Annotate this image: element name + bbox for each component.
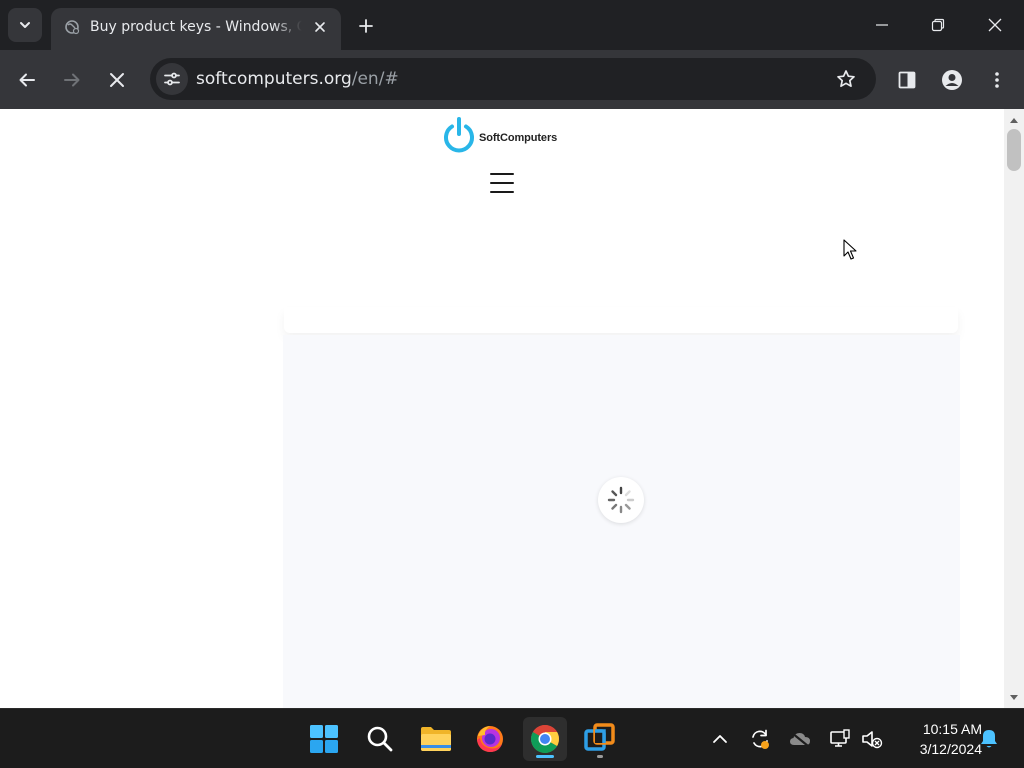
triangle-up-icon [1010, 118, 1018, 123]
stop-loading-button[interactable] [101, 64, 133, 96]
taskbar-search-button[interactable] [358, 717, 402, 761]
hamburger-menu-button[interactable] [488, 171, 516, 195]
header-card [284, 307, 958, 333]
tray-volume[interactable] [857, 724, 887, 754]
taskbar-chrome[interactable] [523, 717, 567, 761]
site-logo[interactable]: SoftComputers [443, 117, 557, 153]
restore-icon [931, 18, 945, 32]
globe-loading-icon [65, 20, 80, 35]
profile-button[interactable] [936, 64, 968, 96]
show-hidden-icons-button[interactable] [705, 724, 735, 754]
new-tab-button[interactable] [352, 12, 380, 40]
close-window-button[interactable] [966, 0, 1024, 50]
side-panel-icon [898, 71, 916, 89]
spinner-icon [607, 486, 635, 514]
scroll-down-button[interactable] [1008, 692, 1020, 704]
active-app-indicator [536, 755, 554, 758]
page-viewport: SoftComputers [0, 109, 1004, 708]
url-path: /en/# [351, 69, 399, 89]
site-info-button[interactable] [156, 63, 188, 95]
tab-title: Buy product keys - Windows, Office [90, 19, 302, 35]
network-icon [830, 729, 850, 747]
tab-strip: Buy product keys - Windows, Office [0, 0, 1024, 50]
search-icon [367, 726, 393, 752]
taskbar-vmware[interactable] [578, 717, 622, 761]
bookmark-button[interactable] [830, 63, 862, 95]
windows-taskbar: 10:15 AM 3/12/2024 [0, 708, 1024, 768]
restore-button[interactable] [909, 0, 967, 50]
tune-icon [164, 72, 180, 86]
url-text[interactable]: softcomputers.org/en/# [196, 68, 399, 90]
triangle-down-icon [1010, 695, 1018, 700]
tray-sync[interactable] [745, 724, 775, 754]
tab-close-button[interactable] [309, 16, 331, 38]
close-icon [988, 18, 1002, 32]
profile-icon [942, 70, 962, 90]
stop-icon [110, 73, 124, 87]
onedrive-icon [790, 732, 810, 747]
volume-muted-icon [862, 731, 883, 749]
bell-icon [981, 730, 997, 748]
tray-network[interactable] [825, 724, 855, 754]
notifications-button[interactable] [974, 724, 1004, 754]
browser-toolbar: softcomputers.org/en/# [0, 50, 1024, 109]
tab-active[interactable]: Buy product keys - Windows, Office [51, 8, 341, 50]
forward-button[interactable] [56, 64, 88, 96]
arrow-right-icon [64, 73, 80, 87]
url-host: softcomputers.org [196, 69, 352, 89]
star-icon [837, 70, 855, 88]
close-icon [315, 22, 325, 32]
chevron-down-icon [20, 22, 30, 28]
taskbar-clock[interactable]: 10:15 AM 3/12/2024 [894, 719, 982, 759]
clock-time: 10:15 AM [922, 721, 982, 737]
loading-spinner [598, 477, 644, 523]
tray-onedrive[interactable] [785, 724, 815, 754]
firefox-icon [477, 726, 503, 752]
vmware-icon [584, 723, 615, 751]
windows-start-icon [310, 725, 338, 753]
minimize-icon [876, 24, 888, 26]
scroll-up-button[interactable] [1008, 114, 1020, 126]
minimize-button[interactable] [853, 0, 911, 50]
power-logo-icon [444, 117, 474, 153]
mouse-cursor-icon [843, 239, 857, 260]
scrollbar-thumb[interactable] [1007, 129, 1021, 171]
taskbar-firefox[interactable] [468, 717, 512, 761]
vertical-scrollbar[interactable] [1004, 109, 1024, 708]
logo-text: SoftComputers [479, 132, 558, 144]
hamburger-line [490, 173, 514, 175]
folder-icon [421, 727, 451, 751]
side-panel-button[interactable] [891, 64, 923, 96]
taskbar-start-button[interactable] [302, 717, 346, 761]
chevron-up-icon [713, 735, 727, 743]
chrome-icon [530, 725, 559, 754]
running-app-indicator [597, 755, 603, 758]
chrome-menu-button[interactable] [981, 64, 1013, 96]
plus-icon [359, 19, 373, 33]
more-vertical-icon [995, 72, 999, 88]
taskbar-file-explorer[interactable] [414, 717, 458, 761]
hamburger-line [490, 182, 514, 184]
address-bar[interactable]: softcomputers.org/en/# [150, 58, 876, 100]
back-button[interactable] [11, 64, 43, 96]
tab-search-button[interactable] [8, 8, 42, 42]
hamburger-line [490, 191, 514, 193]
arrow-left-icon [19, 73, 35, 87]
sync-icon [752, 729, 769, 749]
clock-date: 3/12/2024 [919, 741, 982, 757]
